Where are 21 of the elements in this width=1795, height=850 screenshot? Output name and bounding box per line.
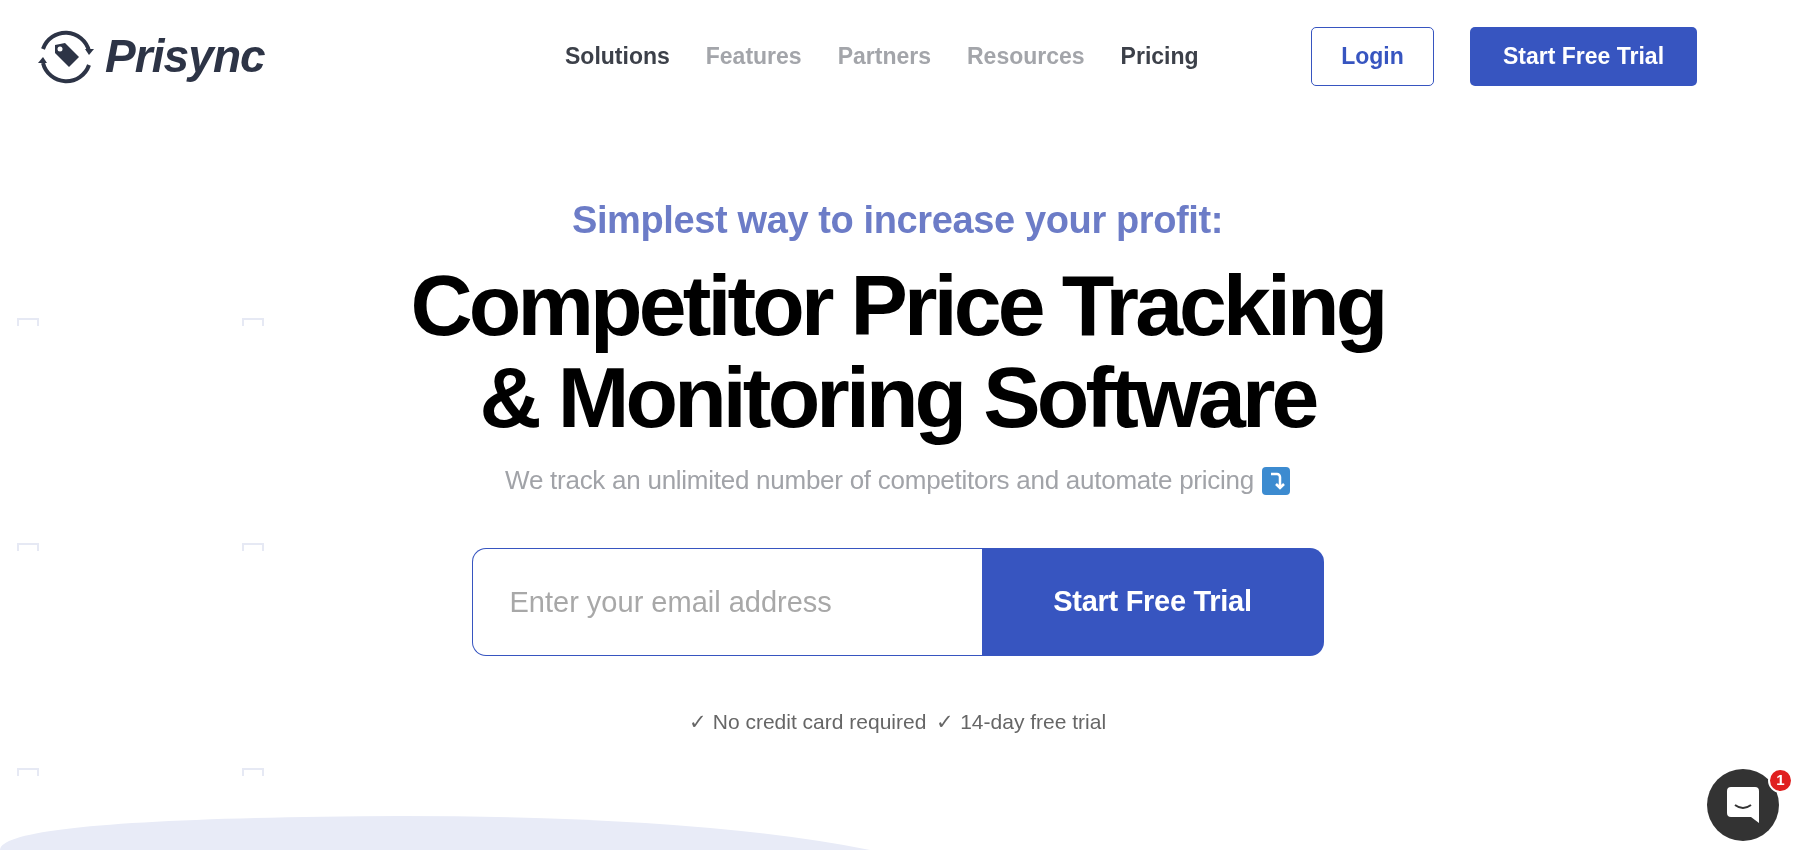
bracket-mark <box>242 318 264 326</box>
arrow-down-icon <box>1261 466 1290 495</box>
login-button[interactable]: Login <box>1311 26 1434 86</box>
notification-badge: 1 <box>1768 768 1793 793</box>
logo-text: Prisync <box>105 28 265 84</box>
tagline-text: We track an unlimited number of competitors and automate pricing <box>505 464 1254 497</box>
perk-text: ✓ No credit card required <box>688 709 927 735</box>
bracket-mark <box>17 768 39 776</box>
bracket-mark <box>242 768 264 776</box>
email-field[interactable]: Enter your email address <box>471 548 982 656</box>
nav-link[interactable]: Pricing <box>1120 38 1199 74</box>
start-trial-button[interactable]: Start Free Trial <box>1470 26 1697 86</box>
start-trial-button[interactable]: Start Free Trial <box>981 548 1324 656</box>
nav-link[interactable]: Solutions <box>565 38 670 74</box>
bracket-mark <box>242 543 264 551</box>
chat-icon <box>1727 787 1759 823</box>
eyebrow-text: Simplest way to increase your profit: <box>571 198 1224 243</box>
bracket-mark <box>17 543 39 551</box>
bracket-mark <box>17 318 39 326</box>
perk-text: ✓ 14-day free trial <box>936 709 1107 735</box>
headline-text: Competitor Price Tracking <box>410 259 1385 351</box>
